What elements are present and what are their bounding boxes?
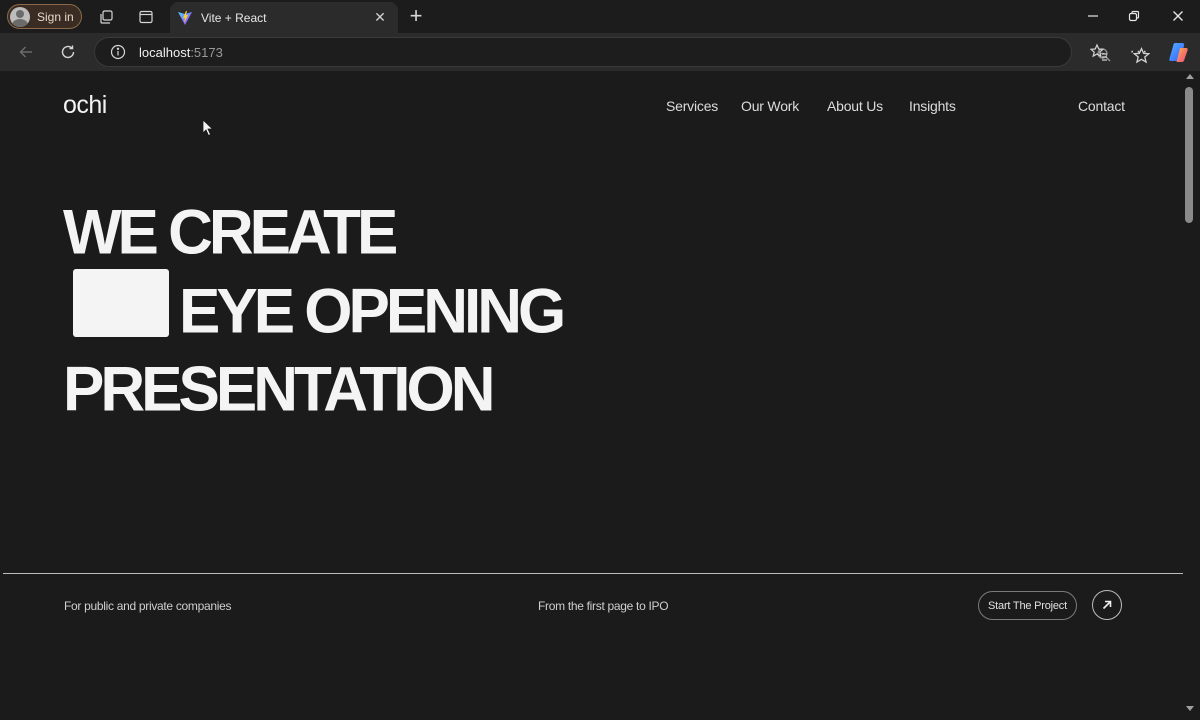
divider bbox=[3, 573, 1183, 574]
start-project-button[interactable]: Start The Project bbox=[978, 591, 1077, 620]
nav-link-insights[interactable]: Insights bbox=[909, 98, 956, 114]
tab-close-icon[interactable]: ✕ bbox=[370, 8, 390, 28]
profile-label: Sign in bbox=[37, 9, 74, 24]
refresh-icon[interactable] bbox=[57, 42, 79, 62]
site-logo[interactable]: ochi bbox=[63, 91, 107, 120]
browser-toolbar: localhost:5173 ··· bbox=[0, 33, 1200, 71]
hero-image-block bbox=[73, 269, 169, 337]
minimize-button[interactable] bbox=[1073, 3, 1113, 29]
new-tab-icon[interactable]: + bbox=[404, 3, 428, 28]
scroll-down-icon[interactable] bbox=[1186, 706, 1194, 711]
profile-button[interactable]: Sign in bbox=[7, 4, 82, 29]
vertical-tabs-icon[interactable] bbox=[135, 7, 157, 27]
info-icon[interactable] bbox=[109, 43, 127, 61]
hero-heading-line-3: PRESENTATION bbox=[63, 354, 496, 425]
browser-tab[interactable]: Vite + React ✕ bbox=[170, 2, 398, 33]
hero-heading-line-2: EYE OPENING bbox=[179, 276, 566, 347]
url-host: localhost bbox=[139, 44, 191, 60]
nav-link-services[interactable]: Services bbox=[666, 98, 718, 114]
vite-logo-icon bbox=[177, 10, 193, 26]
restore-button[interactable] bbox=[1114, 3, 1154, 29]
hero-heading-line-1: WE CREATE bbox=[63, 197, 398, 268]
tab-strip: Sign in Vite + React ✕ + bbox=[0, 0, 1200, 33]
avatar bbox=[10, 6, 30, 27]
tagline-companies: For public and private companies bbox=[64, 599, 232, 613]
page-viewport: ochi Services Our Work About Us Insights… bbox=[3, 71, 1183, 717]
more-icon[interactable]: ··· bbox=[1128, 42, 1150, 62]
nav-link-our-work[interactable]: Our Work bbox=[741, 98, 799, 114]
tab-title: Vite + React bbox=[201, 10, 267, 25]
close-window-button[interactable] bbox=[1158, 3, 1198, 29]
scroll-up-icon[interactable] bbox=[1186, 74, 1194, 79]
favorites-icon[interactable] bbox=[1088, 42, 1110, 62]
tab-actions-icon[interactable] bbox=[95, 7, 117, 27]
address-bar[interactable]: localhost:5173 bbox=[94, 37, 1151, 67]
url-port: :5173 bbox=[190, 44, 223, 60]
nav-link-contact[interactable]: Contact bbox=[1078, 98, 1125, 114]
mouse-cursor-icon bbox=[202, 119, 214, 137]
scrollbar[interactable] bbox=[1183, 71, 1197, 717]
copilot-icon[interactable] bbox=[1167, 40, 1191, 64]
back-arrow-icon[interactable] bbox=[15, 42, 37, 62]
scroll-thumb[interactable] bbox=[1185, 87, 1193, 223]
tagline-ipo: From the first page to IPO bbox=[538, 599, 669, 613]
arrow-up-right-icon[interactable] bbox=[1092, 590, 1122, 620]
nav-link-about-us[interactable]: About Us bbox=[827, 98, 883, 114]
